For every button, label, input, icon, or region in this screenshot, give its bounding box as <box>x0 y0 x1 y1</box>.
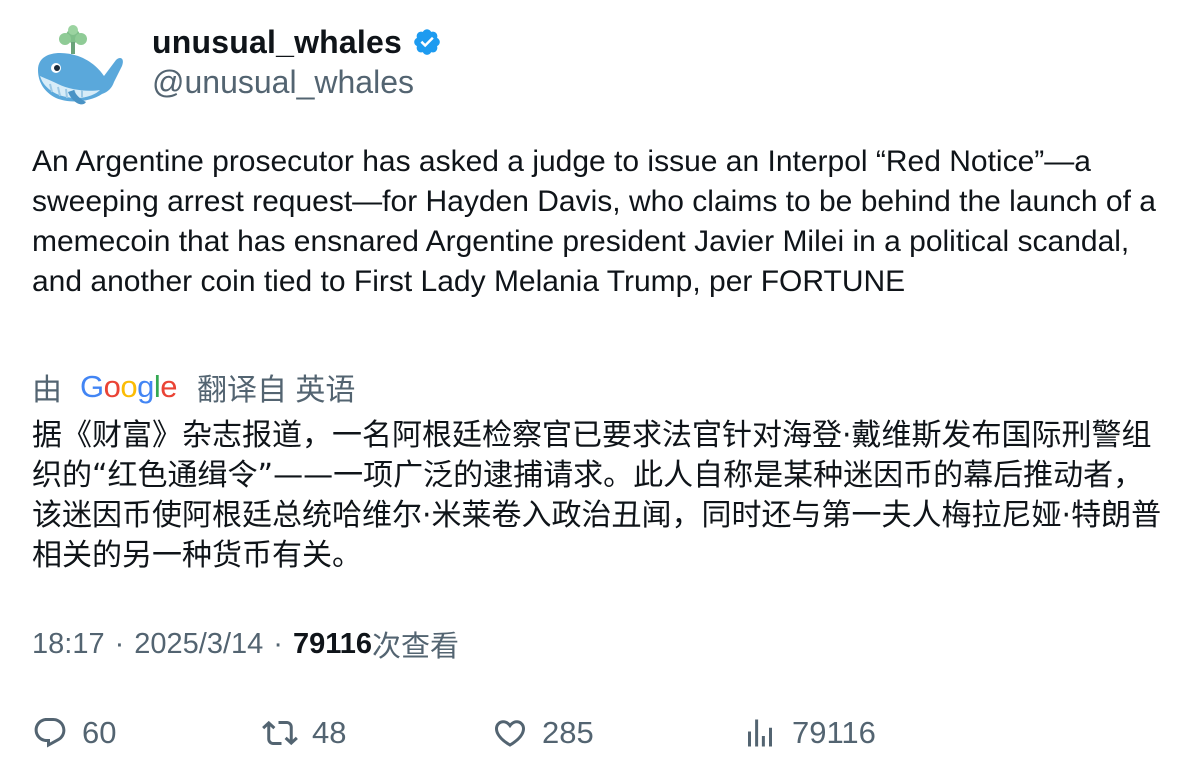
translated-tweet-text: 据《财富》杂志报道，一名阿根廷检察官已要求法官针对海登·戴维斯发布国际刑警组织的… <box>32 418 1162 573</box>
tweet-header: unusual_whales @unusual_whales <box>30 22 442 114</box>
author-handle[interactable]: @unusual_whales <box>152 62 442 102</box>
meta-separator: · <box>114 627 125 660</box>
verified-badge-icon[interactable] <box>412 27 442 57</box>
retweet-button[interactable]: 48 <box>262 710 346 756</box>
tweet-date[interactable]: 2025/3/14 <box>134 628 263 661</box>
tweet-body-text: An Argentine prosecutor has asked a judg… <box>32 145 1156 298</box>
tweet-time[interactable]: 18:17 <box>32 628 105 661</box>
analytics-icon <box>748 719 772 747</box>
retweet-icon <box>262 720 298 746</box>
reply-icon <box>34 718 66 748</box>
reply-count: 60 <box>82 715 117 750</box>
reply-button[interactable]: 60 <box>32 710 116 756</box>
heart-icon <box>494 720 526 747</box>
views-action-count: 79116 <box>792 715 876 750</box>
like-count: 285 <box>542 715 594 750</box>
author-names: unusual_whales @unusual_whales <box>152 22 442 102</box>
views-count: 79116 <box>292 627 372 660</box>
translation-prefix: 由 <box>32 374 62 407</box>
display-name-row: unusual_whales <box>152 22 442 62</box>
translation-suffix: 翻译自 英语 <box>197 374 356 407</box>
meta-separator: · <box>273 627 283 660</box>
author-display-name[interactable]: unusual_whales <box>152 24 402 61</box>
google-logo: Google <box>80 369 178 404</box>
whale-avatar-icon[interactable] <box>30 22 126 114</box>
retweet-count: 48 <box>312 715 347 750</box>
views-label: 次查看 <box>371 629 459 663</box>
like-button[interactable]: 285 <box>492 710 594 756</box>
views-button[interactable]: 79116 <box>742 710 876 756</box>
tweet-actions: 60 48 285 79116 <box>0 710 1196 756</box>
translation-attribution[interactable]: 由 Google 翻译自 英语 <box>32 366 355 408</box>
tweet-meta: 18:17 · 2025/3/14 · 79116 次查看 <box>32 624 459 664</box>
